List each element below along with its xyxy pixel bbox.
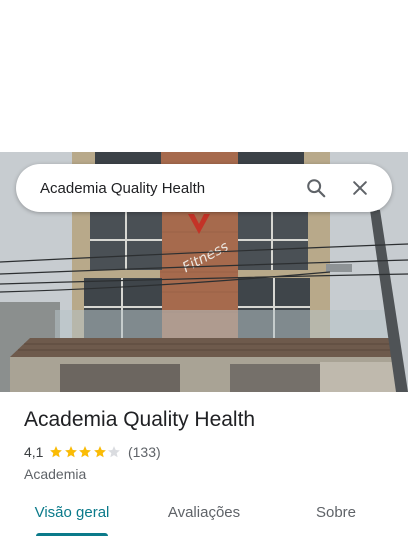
- star-icon: [50, 446, 63, 458]
- place-category[interactable]: Academia: [24, 466, 86, 482]
- tab-reviews[interactable]: Avaliações: [152, 502, 256, 536]
- star-icon: [79, 446, 92, 458]
- close-icon[interactable]: [340, 168, 380, 208]
- star-rating: [49, 445, 122, 459]
- rating-row[interactable]: 4,1 (133): [24, 444, 161, 460]
- place-info-panel: Academia Quality Health 4,1 (133) Academ…: [0, 392, 408, 544]
- tab-overview[interactable]: Visão geral: [20, 502, 124, 536]
- active-tab-indicator: [36, 533, 108, 536]
- search-input[interactable]: Academia Quality Health: [40, 180, 292, 197]
- star-icon: [65, 446, 77, 458]
- tab-about[interactable]: Sobre: [284, 502, 388, 536]
- tab-bar: Visão geral Avaliações Sobre: [0, 502, 408, 536]
- search-icon[interactable]: [296, 168, 336, 208]
- review-count[interactable]: (133): [128, 444, 161, 460]
- place-title: Academia Quality Health: [24, 408, 256, 431]
- star-icon: [94, 446, 106, 458]
- star-icon: [108, 446, 121, 458]
- search-bar[interactable]: Academia Quality Health: [16, 164, 392, 212]
- rating-value: 4,1: [24, 444, 44, 460]
